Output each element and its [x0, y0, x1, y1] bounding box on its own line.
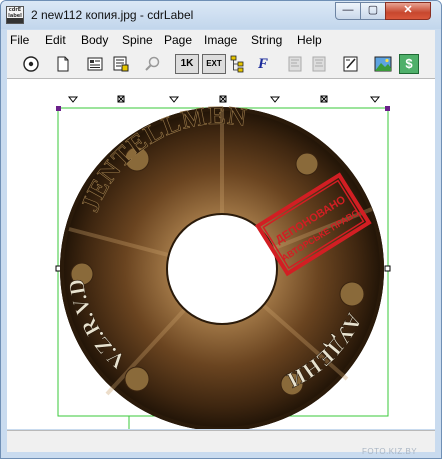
- close-button[interactable]: ✕: [385, 2, 431, 20]
- menu-image[interactable]: Image: [204, 33, 237, 47]
- disc-label[interactable]: [60, 107, 384, 429]
- text-list-icon[interactable]: [111, 54, 131, 74]
- minimize-button[interactable]: —: [335, 2, 361, 20]
- align-center-icon[interactable]: [309, 54, 329, 74]
- menu-body[interactable]: Body: [81, 33, 108, 47]
- menu-file[interactable]: File: [10, 33, 29, 47]
- app-window: cdrE label 2 new112 копия.jpg - cdrLabel…: [0, 0, 442, 459]
- align-left-icon[interactable]: [285, 54, 305, 74]
- canvas-area[interactable]: JENTELLMEN V.Z.R.V.D АУДЕНИ ДЕПОНОВАНО А…: [7, 79, 435, 429]
- watermark-text: FOTO.KIZ.BY: [362, 447, 418, 456]
- window-title: 2 new112 копия.jpg - cdrLabel: [31, 8, 194, 22]
- toolbar: 1K EXT F $: [7, 50, 435, 79]
- menu-edit[interactable]: Edit: [45, 33, 66, 47]
- menu-string[interactable]: String: [251, 33, 282, 47]
- ext-button[interactable]: EXT: [202, 54, 226, 74]
- font-icon[interactable]: F: [253, 54, 273, 74]
- maximize-button[interactable]: ▢: [360, 2, 386, 20]
- new-page-icon[interactable]: [53, 54, 73, 74]
- menu-page[interactable]: Page: [164, 33, 192, 47]
- menu-bar: File Edit Body Spine Page Image String H…: [7, 30, 435, 50]
- magnifier-icon[interactable]: [143, 54, 163, 74]
- 1k-button[interactable]: 1K: [175, 54, 199, 74]
- resize-handle-right[interactable]: [384, 265, 391, 272]
- title-bar[interactable]: cdrE label 2 new112 копия.jpg - cdrLabel…: [1, 1, 441, 29]
- dollar-icon[interactable]: $: [399, 54, 419, 74]
- corner-handle-top-left[interactable]: [56, 106, 61, 111]
- tree-icon[interactable]: [229, 54, 249, 74]
- corner-handle-top-right[interactable]: [385, 106, 390, 111]
- label-canvas[interactable]: JENTELLMEN V.Z.R.V.D АУДЕНИ ДЕПОНОВАНО А…: [7, 79, 435, 429]
- picture-icon[interactable]: [373, 54, 393, 74]
- edit-icon[interactable]: [341, 54, 361, 74]
- menu-help[interactable]: Help: [297, 33, 322, 47]
- image-list-icon[interactable]: [85, 54, 105, 74]
- menu-spine[interactable]: Spine: [122, 33, 153, 47]
- app-logo-icon[interactable]: cdrE label: [6, 6, 24, 24]
- disc-icon[interactable]: [21, 54, 41, 74]
